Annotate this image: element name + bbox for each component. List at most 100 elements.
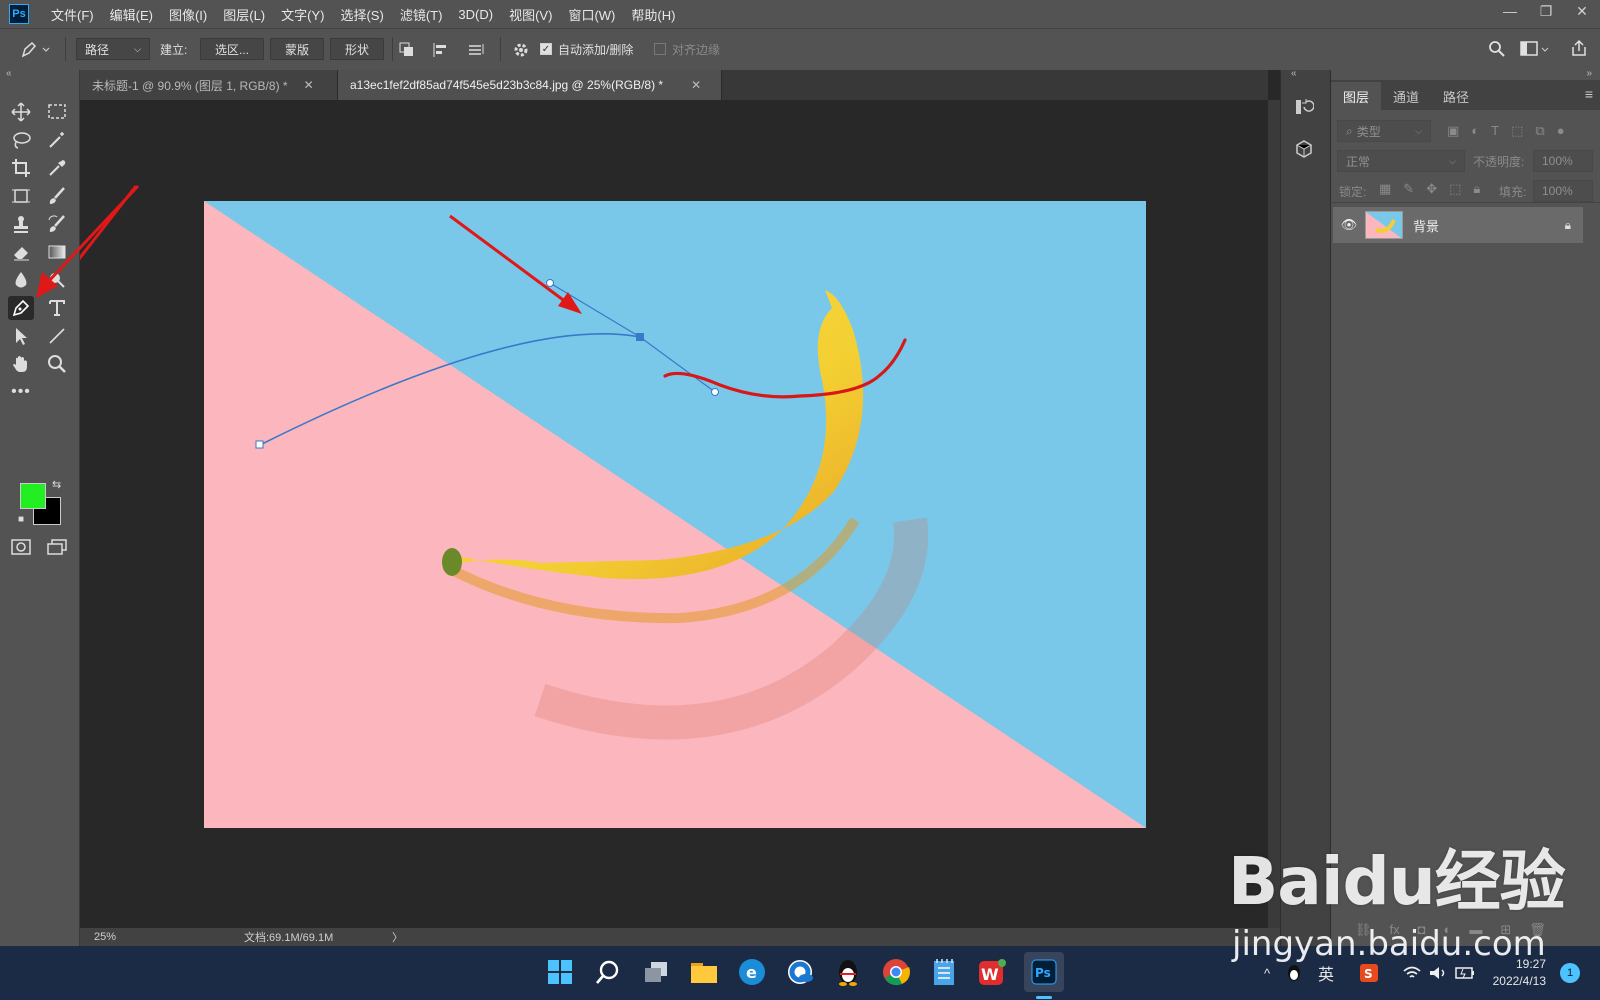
minimize-button[interactable]: — <box>1492 0 1528 22</box>
opacity-input[interactable]: 100% <box>1533 150 1593 172</box>
lock-artboard-icon[interactable]: ⬚ <box>1449 181 1461 197</box>
zoom-level[interactable]: 25% <box>94 931 144 943</box>
path-anchor-point[interactable] <box>636 333 644 341</box>
lock-transparency-icon[interactable]: ▦ <box>1379 181 1391 197</box>
file-explorer-icon[interactable] <box>688 956 720 988</box>
lock-pixels-icon[interactable]: ✎ <box>1403 181 1414 197</box>
path-arrangement-icon[interactable] <box>466 41 486 62</box>
lock-all-icon[interactable]: 🔒︎ <box>1473 181 1480 197</box>
swap-colors-icon[interactable]: ⇆ <box>52 478 61 491</box>
menu-image[interactable]: 图像(I) <box>161 5 215 24</box>
windows-start-icon[interactable] <box>544 956 576 988</box>
menu-file[interactable]: 文件(F) <box>43 5 102 24</box>
menu-type[interactable]: 文字(Y) <box>273 5 332 24</box>
line-tool-icon[interactable] <box>44 324 70 348</box>
path-anchor-point[interactable] <box>255 440 264 449</box>
menu-select[interactable]: 选择(S) <box>332 5 391 24</box>
foreground-color-swatch[interactable] <box>20 483 46 509</box>
path-operations-icon[interactable] <box>398 41 416 62</box>
expand-icon[interactable]: « <box>1291 68 1297 79</box>
share-icon[interactable] <box>1570 39 1588 60</box>
photoshop-taskbar-icon[interactable]: Ps <box>1024 952 1064 992</box>
pen-mode-select[interactable]: 路径 ⌵ <box>76 38 150 60</box>
edge-browser-icon[interactable]: e <box>736 956 768 988</box>
task-view-icon[interactable] <box>640 956 672 988</box>
browser-app-icon[interactable] <box>784 956 816 988</box>
layer-name: 背景 <box>1413 218 1440 234</box>
menu-layer[interactable]: 图层(L) <box>215 5 273 24</box>
make-mask-button[interactable]: 蒙版 <box>270 38 324 60</box>
menu-window[interactable]: 窗口(W) <box>560 5 623 24</box>
workspace-icon[interactable] <box>1520 40 1550 61</box>
blend-mode-select[interactable]: 正常 ⌵ <box>1337 150 1465 172</box>
screen-mode-icon[interactable] <box>44 535 70 559</box>
menu-edit[interactable]: 编辑(E) <box>102 5 161 24</box>
layer-row-background[interactable]: 👁︎ 背景 🔒︎ <box>1333 207 1583 243</box>
close-icon[interactable]: ✕ <box>304 78 314 92</box>
filter-adjustment-icon[interactable]: ◐ <box>1471 123 1479 139</box>
notification-badge[interactable]: 1 <box>1560 963 1580 983</box>
status-menu-arrow[interactable]: 〉 <box>392 929 403 945</box>
qq-icon[interactable] <box>832 956 864 988</box>
default-colors-icon[interactable]: ■ <box>18 514 24 525</box>
align-edges-checkbox[interactable] <box>654 43 666 55</box>
document-canvas[interactable] <box>34 100 1268 928</box>
gear-icon[interactable] <box>512 41 530 62</box>
history-panel-icon[interactable] <box>1289 92 1319 122</box>
zoom-tool-icon[interactable] <box>44 352 70 376</box>
panel-tabs: 图层 通道 路径 ≡ <box>1331 80 1600 110</box>
menu-3d[interactable]: 3D(D) <box>450 7 501 22</box>
fill-input[interactable]: 100% <box>1533 180 1593 202</box>
chrome-icon[interactable] <box>880 956 912 988</box>
collapse-icon[interactable]: » <box>1586 68 1592 79</box>
auto-add-delete-checkbox[interactable]: ✓ <box>540 43 552 55</box>
wps-office-icon[interactable]: W <box>976 956 1008 988</box>
crop-tool-icon[interactable] <box>8 156 34 180</box>
vertical-scrollbar[interactable] <box>1268 100 1280 928</box>
watermark-url: jingyan.baidu.com <box>1232 924 1546 964</box>
fill-label: 填充: <box>1499 185 1527 199</box>
eyedropper-tool-icon[interactable] <box>44 156 70 180</box>
move-tool-icon[interactable] <box>8 100 34 124</box>
lock-position-icon[interactable]: ✥ <box>1426 181 1437 197</box>
search-icon[interactable] <box>592 956 624 988</box>
menu-filter[interactable]: 滤镜(T) <box>392 5 451 24</box>
quick-mask-icon[interactable] <box>8 535 34 559</box>
more-tools-icon[interactable]: ••• <box>8 380 34 404</box>
filter-type-icon[interactable]: T <box>1491 123 1499 139</box>
path-alignment-icon[interactable] <box>432 41 450 62</box>
eye-icon[interactable]: 👁︎ <box>1333 217 1365 233</box>
pen-tool-preset-icon[interactable] <box>18 39 52 62</box>
document-tab-banana[interactable]: a13ec1fef2df85ad74f545e5d23b3c84.jpg @ 2… <box>338 70 722 100</box>
3d-panel-icon[interactable] <box>1289 134 1319 164</box>
menu-view[interactable]: 视图(V) <box>501 5 560 24</box>
menu-help[interactable]: 帮助(H) <box>623 5 683 24</box>
filter-pixel-icon[interactable]: ▣ <box>1447 123 1459 139</box>
filter-smart-object-icon[interactable]: ⧉ <box>1535 123 1544 139</box>
notepad-icon[interactable] <box>928 956 960 988</box>
lasso-tool-icon[interactable] <box>8 128 34 152</box>
tab-channels[interactable]: 通道 <box>1381 82 1431 110</box>
marquee-tool-icon[interactable] <box>44 100 70 124</box>
tab-paths[interactable]: 路径 <box>1431 82 1481 110</box>
magic-wand-tool-icon[interactable] <box>44 128 70 152</box>
filter-toggle-icon[interactable]: ● <box>1557 123 1565 139</box>
tab-layers[interactable]: 图层 <box>1331 82 1382 110</box>
canvas-area[interactable] <box>34 100 1268 928</box>
restore-button[interactable]: ❐ <box>1528 0 1564 22</box>
close-button[interactable]: ✕ <box>1564 0 1600 22</box>
path-handle[interactable] <box>711 388 719 396</box>
path-selection-tool-icon[interactable] <box>8 324 34 348</box>
panel-menu-icon[interactable]: ≡ <box>1585 86 1593 102</box>
document-tab-untitled[interactable]: 未标题-1 @ 90.9% (图层 1, RGB/8) * ✕ <box>80 70 338 100</box>
path-handle[interactable] <box>546 279 554 287</box>
make-shape-button[interactable]: 形状 <box>330 38 384 60</box>
hand-tool-icon[interactable] <box>8 352 34 376</box>
search-icon[interactable] <box>1488 40 1506 61</box>
close-icon[interactable]: ✕ <box>691 78 701 92</box>
filter-shape-icon[interactable]: ⬚ <box>1511 123 1523 139</box>
layer-filter-select[interactable]: ⌕ 类型 ⌵ <box>1337 120 1431 142</box>
collapse-icon[interactable]: « <box>6 68 12 79</box>
make-selection-button[interactable]: 选区... <box>200 38 264 60</box>
pen-mode-value: 路径 <box>85 42 110 57</box>
